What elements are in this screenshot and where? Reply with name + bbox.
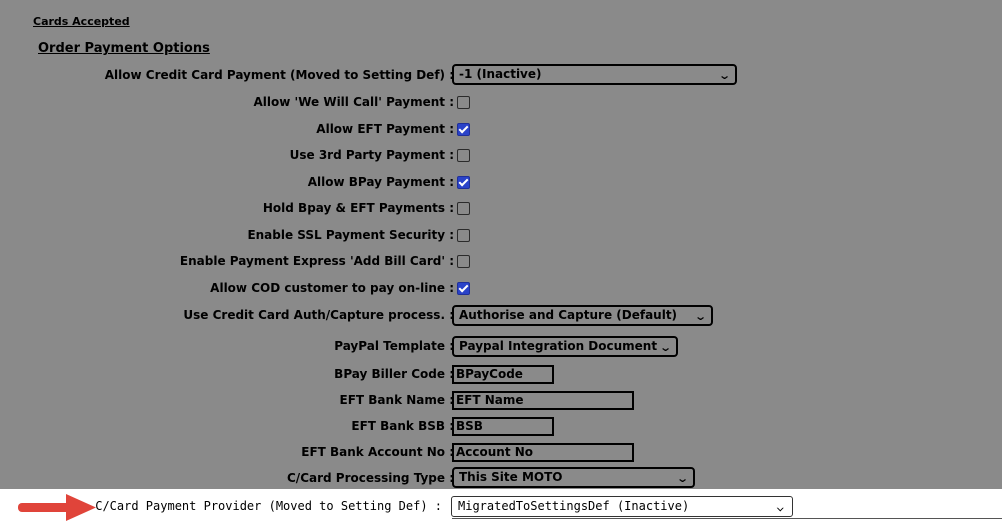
allow-eft-label: Allow EFT Payment : [316, 122, 454, 136]
hold-bpay-eft-label: Hold Bpay & EFT Payments : [262, 201, 454, 215]
cod-online-label: Allow COD customer to pay on-line : [210, 281, 454, 295]
cc-auth-value: Authorise and Capture (Default) [459, 308, 678, 322]
allow-bpay-label: Allow BPay Payment : [307, 175, 454, 189]
cards-accepted-link[interactable]: Cards Accepted [33, 15, 130, 28]
cc-processing-select[interactable]: This Site MOTO ⌄ [452, 467, 695, 488]
third-party-checkbox[interactable] [457, 149, 470, 162]
we-will-call-label: Allow 'We Will Call' Payment : [253, 95, 454, 109]
paypal-template-select[interactable]: Paypal Integration Document ⌄ [452, 336, 678, 357]
cod-online-checkbox[interactable] [457, 282, 470, 295]
cc-processing-value: This Site MOTO [459, 470, 563, 484]
ssl-security-checkbox[interactable] [457, 229, 470, 242]
cc-auth-select[interactable]: Authorise and Capture (Default) ⌄ [452, 305, 713, 326]
allow-cc-value: -1 (Inactive) [459, 67, 542, 81]
pointer-arrow-icon [18, 494, 96, 521]
cc-auth-label: Use Credit Card Auth/Capture process. : [183, 308, 454, 322]
eft-bank-name-input[interactable]: EFT Name [452, 391, 634, 410]
payment-express-checkbox[interactable] [457, 255, 470, 268]
ssl-security-label: Enable SSL Payment Security : [247, 228, 454, 242]
cc-provider-value: MigratedToSettingsDef (Inactive) [458, 499, 690, 513]
chevron-down-icon: ⌄ [693, 310, 707, 323]
bpay-biller-input[interactable]: BPayCode [452, 365, 554, 384]
eft-account-input[interactable]: Account No [452, 443, 634, 462]
allow-cc-select[interactable]: -1 (Inactive) ⌄ [452, 64, 737, 85]
we-will-call-checkbox[interactable] [457, 96, 470, 109]
chevron-down-icon: ⌄ [717, 69, 731, 82]
allow-eft-checkbox[interactable] [457, 123, 470, 136]
eft-bank-bsb-input[interactable]: BSB [452, 417, 554, 436]
eft-account-label: EFT Bank Account No : [301, 445, 454, 459]
cc-provider-select[interactable]: MigratedToSettingsDef (Inactive) ⌄ [451, 496, 793, 517]
chevron-down-icon: ⌄ [658, 341, 672, 354]
paypal-template-value: Paypal Integration Document [459, 339, 658, 353]
bpay-biller-label: BPay Biller Code : [334, 367, 454, 381]
allow-cc-label: Allow Credit Card Payment (Moved to Sett… [104, 68, 454, 82]
allow-bpay-checkbox[interactable] [457, 176, 470, 189]
cc-provider-label: C/Card Payment Provider (Moved to Settin… [95, 499, 442, 513]
third-party-label: Use 3rd Party Payment : [289, 148, 454, 162]
payment-express-label: Enable Payment Express 'Add Bill Card' : [179, 254, 454, 268]
eft-bank-bsb-label: EFT Bank BSB : [351, 419, 454, 433]
paypal-template-label: PayPal Template : [334, 339, 454, 353]
hold-bpay-eft-checkbox[interactable] [457, 202, 470, 215]
divider [452, 518, 1002, 519]
chevron-down-icon: ⌄ [675, 472, 689, 485]
cc-processing-label: C/Card Processing Type : [287, 471, 454, 485]
eft-bank-name-label: EFT Bank Name : [339, 393, 454, 407]
chevron-down-icon: ⌄ [776, 500, 786, 513]
section-title: Order Payment Options [38, 41, 210, 56]
